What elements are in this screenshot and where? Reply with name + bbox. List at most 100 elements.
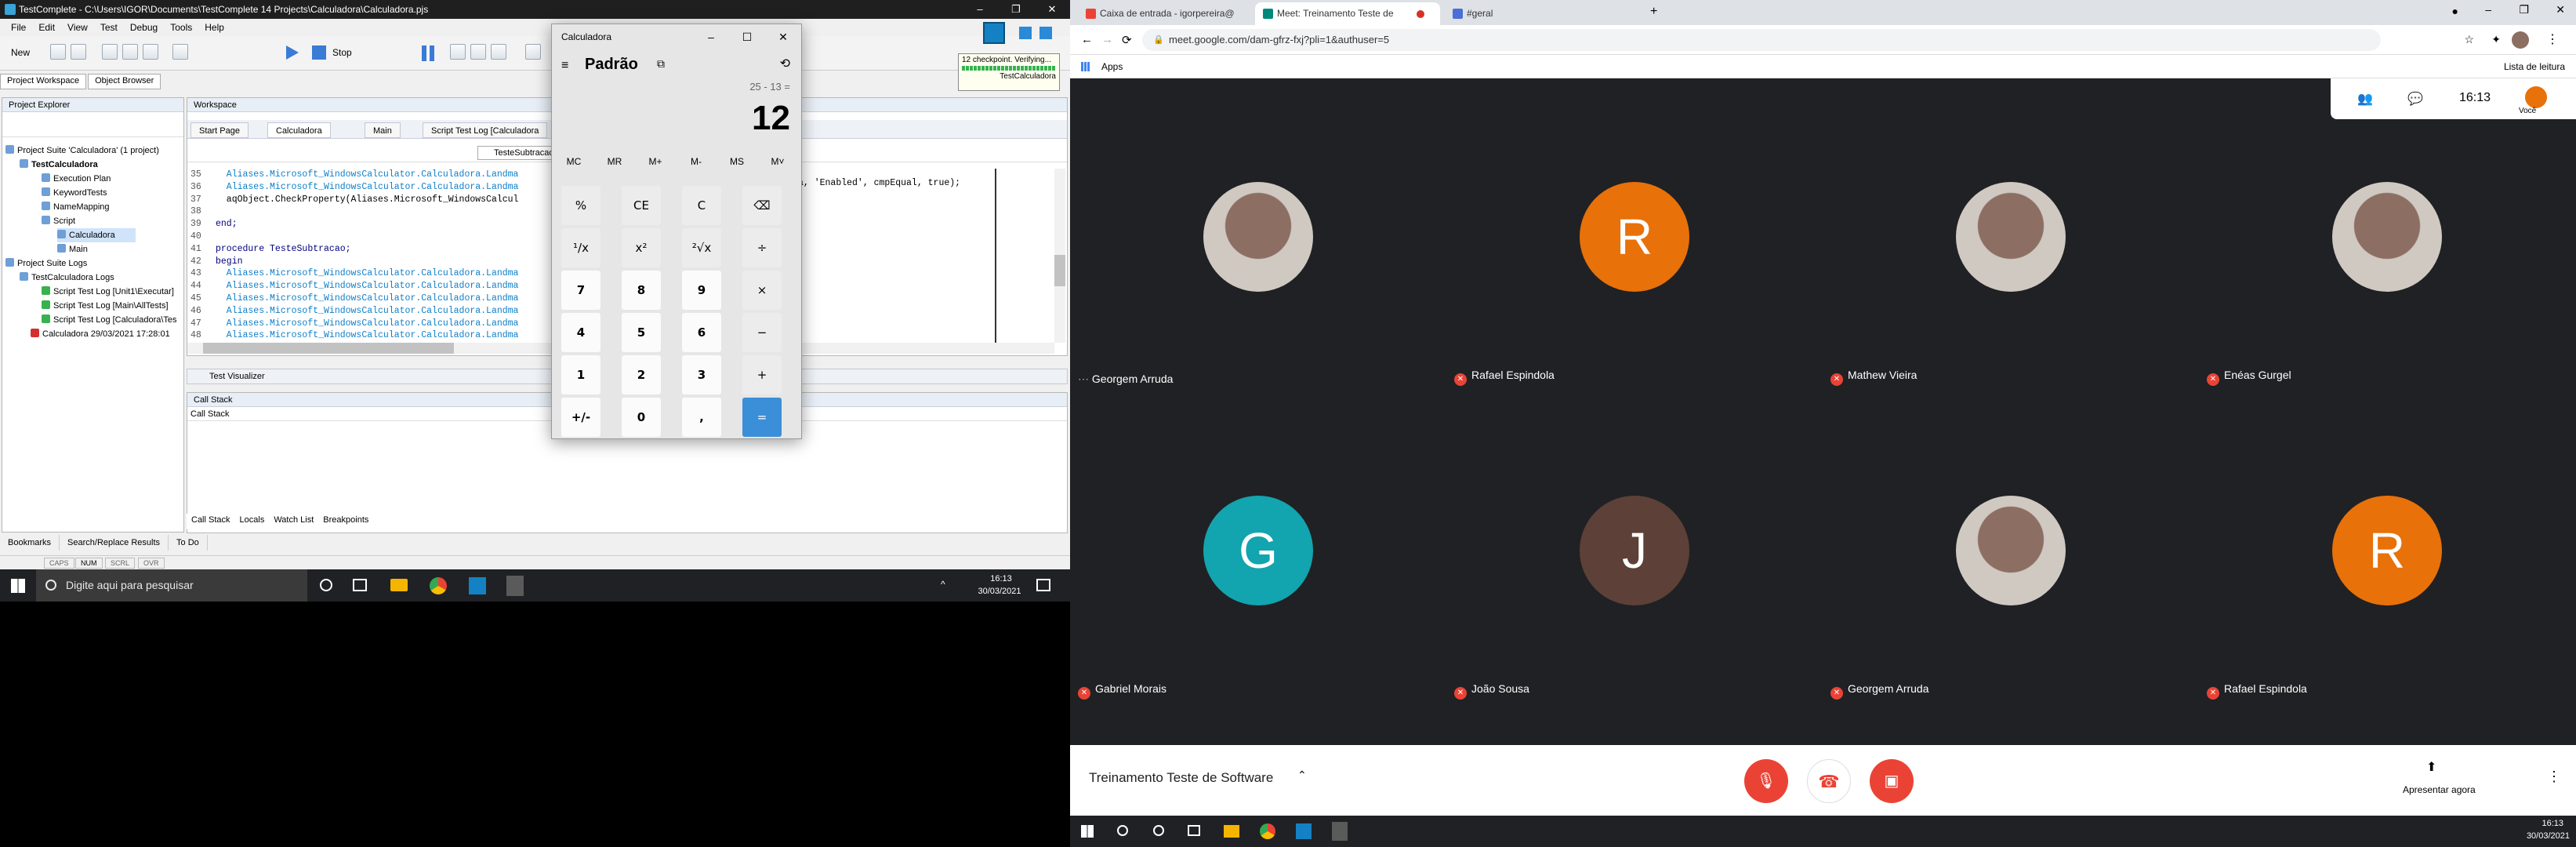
step-over-icon[interactable]: [470, 44, 486, 60]
record-icon[interactable]: [102, 44, 118, 60]
participant-tile[interactable]: J ✕ João Sousa: [1446, 433, 1823, 747]
tab-object-browser[interactable]: Object Browser: [88, 74, 161, 89]
extensions-icon[interactable]: ✦: [2491, 33, 2501, 46]
play-icon[interactable]: [286, 45, 299, 60]
backspace-button[interactable]: ⌫: [742, 186, 782, 225]
subtract-button[interactable]: −: [742, 313, 782, 352]
testcomplete-taskbar-icon[interactable]: [469, 577, 486, 594]
present-now-button[interactable]: Apresentar agora: [2403, 784, 2476, 795]
save-icon[interactable]: [71, 44, 86, 60]
calculator-taskbar-icon[interactable]: [506, 576, 524, 596]
tree-name-mapping[interactable]: NameMapping: [42, 200, 110, 214]
recording-toolbar-icon[interactable]: [983, 22, 1005, 44]
tab-breakpoints[interactable]: Breakpoints: [318, 514, 373, 529]
present-icon[interactable]: ⬆: [2426, 759, 2436, 775]
restore-icon[interactable]: ❐: [998, 0, 1034, 19]
divide-button[interactable]: ÷: [742, 228, 782, 267]
minimize-icon[interactable]: –: [962, 0, 998, 19]
tree-log-item[interactable]: Calculadora 29/03/2021 17:28:01: [31, 327, 170, 341]
taskbar-search-box[interactable]: Digite aqui para pesquisar: [36, 569, 307, 602]
hamburger-menu-icon[interactable]: ≡: [561, 59, 568, 73]
equals-button[interactable]: =: [742, 398, 782, 437]
menu-view[interactable]: View: [67, 19, 88, 36]
menu-file[interactable]: File: [11, 19, 26, 36]
menu-debug[interactable]: Debug: [130, 19, 158, 36]
stop-icon[interactable]: [312, 45, 326, 60]
digit-5-button[interactable]: 5: [622, 313, 661, 352]
step-out-icon[interactable]: [491, 44, 506, 60]
participant-tile[interactable]: ✕ Enéas Gurgel: [2199, 119, 2575, 433]
forward-icon[interactable]: →: [1101, 33, 1113, 46]
search-icon[interactable]: [1117, 825, 1128, 836]
chrome-icon[interactable]: [1260, 823, 1275, 839]
participant-tile[interactable]: ✕ Mathew Vieira: [1823, 119, 2199, 433]
tab-locals[interactable]: Locals: [235, 514, 270, 529]
history-icon[interactable]: ⟲: [780, 56, 790, 71]
close-icon[interactable]: ✕: [1034, 0, 1070, 19]
settings-icon[interactable]: [172, 44, 188, 60]
tree-testcalculadora-logs[interactable]: TestCalculadora Logs: [20, 271, 114, 285]
chrome-tab-geral[interactable]: #geral: [1445, 2, 1622, 25]
tree-test-calculadora[interactable]: TestCalculadora: [20, 158, 98, 172]
meeting-details-chevron-icon[interactable]: ⌃: [1297, 769, 1307, 782]
participant-tile[interactable]: ✕ Georgem Arruda: [1823, 433, 2199, 747]
tab-project-workspace[interactable]: Project Workspace: [0, 74, 87, 89]
toggle-icon[interactable]: [525, 44, 541, 60]
negate-button[interactable]: +/-: [561, 398, 600, 437]
omnibox[interactable]: 🔒 meet.google.com/dam-gfrz-fxj?pli=1&aut…: [1142, 29, 2381, 51]
calc-maximize-icon[interactable]: ☐: [729, 24, 765, 49]
tab-watch-list[interactable]: Watch List: [269, 514, 318, 529]
file-explorer-icon[interactable]: [1224, 825, 1239, 838]
digit-0-button[interactable]: 0: [622, 398, 661, 437]
mr-button[interactable]: MR: [594, 150, 635, 173]
step-into-icon[interactable]: [450, 44, 466, 60]
tree-script[interactable]: Script: [42, 214, 75, 228]
chrome-maximize-icon[interactable]: ❐: [2519, 3, 2529, 16]
decimal-button[interactable]: ,: [682, 398, 721, 437]
tree-project-suite[interactable]: Project Suite 'Calculadora' (1 project): [5, 144, 159, 158]
menu-edit[interactable]: Edit: [38, 19, 55, 36]
stop-record-icon[interactable]: [1039, 27, 1052, 39]
digit-7-button[interactable]: 7: [561, 271, 600, 310]
windows-start-icon[interactable]: [11, 579, 25, 593]
digit-4-button[interactable]: 4: [561, 313, 600, 352]
mic-off-button[interactable]: 🎙: [1744, 759, 1788, 803]
tree-calculadora-unit[interactable]: Calculadora: [57, 228, 136, 242]
ce-button[interactable]: CE: [622, 186, 661, 225]
tab-search-replace[interactable]: Search/Replace Results: [60, 535, 169, 551]
tab-main[interactable]: Main: [365, 122, 401, 138]
people-icon[interactable]: 👥: [2357, 91, 2373, 107]
apps-icon[interactable]: [1081, 62, 1090, 71]
calc-minimize-icon[interactable]: –: [693, 24, 729, 49]
new-tab-icon[interactable]: +: [1650, 5, 1657, 19]
tree-log-item[interactable]: Script Test Log [Unit1\Executar]: [42, 285, 174, 299]
mc-button[interactable]: MC: [553, 150, 594, 173]
chrome-icon[interactable]: [430, 577, 447, 594]
ms-button[interactable]: MS: [717, 150, 757, 173]
menu-help[interactable]: Help: [205, 19, 224, 36]
tree-project-suite-logs[interactable]: Project Suite Logs: [5, 256, 87, 271]
file-explorer-icon[interactable]: [390, 579, 408, 591]
digit-9-button[interactable]: 9: [682, 271, 721, 310]
chat-icon[interactable]: 💬: [2407, 91, 2423, 107]
tree-keyword-tests[interactable]: KeywordTests: [42, 186, 107, 200]
digit-2-button[interactable]: 2: [622, 355, 661, 394]
stop-button[interactable]: Stop: [332, 47, 352, 58]
self-avatar[interactable]: [2525, 86, 2547, 108]
tab-todo[interactable]: To Do: [169, 535, 208, 551]
leave-call-button[interactable]: ☎: [1807, 759, 1851, 803]
reload-icon[interactable]: ⟳: [1122, 33, 1132, 47]
digit-6-button[interactable]: 6: [682, 313, 721, 352]
cortana-icon[interactable]: [320, 579, 332, 591]
digit-1-button[interactable]: 1: [561, 355, 600, 394]
tab-bookmarks[interactable]: Bookmarks: [0, 535, 60, 551]
chrome-close-icon[interactable]: ✕: [2556, 3, 2565, 16]
tree-log-item[interactable]: Script Test Log [Main\AllTests]: [42, 299, 169, 313]
tree-main-unit[interactable]: Main: [57, 242, 88, 256]
windows-start-icon[interactable]: [1081, 825, 1094, 838]
chrome-minimize-icon[interactable]: –: [2485, 3, 2491, 16]
bookmark-apps[interactable]: Apps: [1101, 55, 1123, 78]
task-view-icon[interactable]: [1188, 825, 1200, 836]
editor-vertical-scrollbar[interactable]: [1054, 169, 1065, 343]
pause-record-icon[interactable]: [1019, 27, 1032, 39]
